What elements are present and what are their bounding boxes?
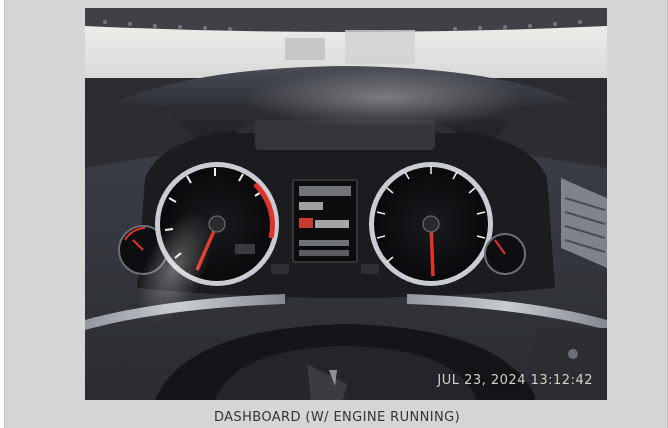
dashboard-illustration bbox=[85, 8, 607, 400]
speedometer-gauge bbox=[369, 162, 493, 286]
dashboard-photo: JUL 23, 2024 13:12:42 bbox=[85, 8, 607, 400]
photo-timestamp: JUL 23, 2024 13:12:42 bbox=[437, 373, 593, 388]
photo-frame: JUL 23, 2024 13:12:42 DASHBOARD (W/ ENGI… bbox=[4, 0, 668, 428]
driver-information-display bbox=[292, 179, 358, 263]
fuel-level-gauge bbox=[484, 233, 526, 275]
photo-caption: DASHBOARD (W/ ENGINE RUNNING) bbox=[213, 410, 461, 425]
